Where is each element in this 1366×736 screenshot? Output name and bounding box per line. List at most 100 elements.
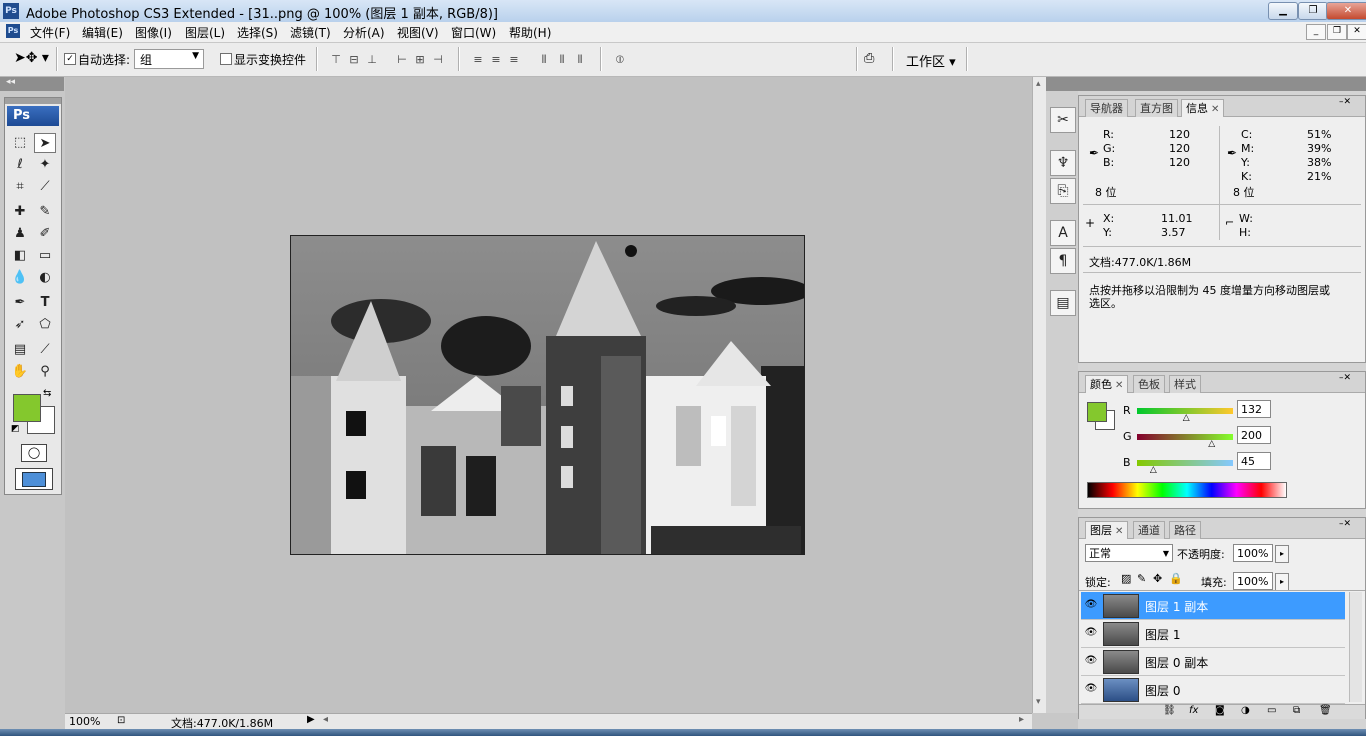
menu-edit[interactable]: 编辑(E) [82, 24, 123, 41]
zoom-level[interactable]: 100% [69, 715, 100, 728]
paragraph-icon[interactable]: ¶ [1050, 248, 1076, 274]
zoom-tool-icon[interactable]: ⚲ [34, 362, 56, 382]
auto-select-checkbox[interactable]: ✓ [64, 53, 76, 65]
status-preview-icon[interactable]: ⊡ [117, 715, 125, 726]
layer-row[interactable]: 👁 图层 0 副本 [1081, 648, 1345, 676]
doc-minimize-button[interactable]: _ [1306, 24, 1326, 40]
fill-input[interactable]: 100% [1233, 572, 1273, 590]
default-colors-icon[interactable]: ◩ [11, 424, 20, 434]
eye-icon[interactable]: 👁 [1083, 626, 1099, 640]
layer-style-icon[interactable]: fx [1189, 705, 1198, 716]
bridge-icon[interactable]: ⎙ [864, 51, 874, 66]
clone-source-icon[interactable]: ⎘ [1050, 178, 1076, 204]
eyedropper-tool-icon[interactable]: ⟋ [34, 340, 56, 360]
blur-tool-icon[interactable]: 💧 [9, 268, 31, 288]
new-layer-icon[interactable]: ⧉ [1293, 705, 1300, 716]
panel-menu-icon[interactable]: –✕ [1339, 519, 1351, 529]
show-transform-checkbox[interactable] [220, 53, 232, 65]
layer-mask-icon[interactable]: ◙ [1215, 705, 1225, 716]
marquee-tool-icon[interactable]: ⬚ [9, 133, 31, 153]
layer-row[interactable]: 👁 图层 1 [1081, 620, 1345, 648]
slice-tool-icon[interactable]: ⟋ [34, 177, 56, 197]
toolbox-collapse-bar[interactable]: ◂◂ [0, 77, 64, 91]
align-bottom-icon[interactable]: ⊥ [364, 53, 380, 67]
lasso-tool-icon[interactable]: ℓ [9, 155, 31, 175]
align-right-icon[interactable]: ⊣ [430, 53, 446, 67]
eye-icon[interactable]: 👁 [1083, 598, 1099, 612]
lock-transparent-icon[interactable]: ▨ [1121, 572, 1131, 585]
document-icon[interactable]: Ps [6, 24, 20, 38]
color-b-input[interactable]: 45 [1237, 452, 1271, 470]
close-button[interactable]: ✕ [1326, 2, 1366, 20]
gradient-tool-icon[interactable]: ▭ [34, 246, 56, 266]
menu-image[interactable]: 图像(I) [135, 24, 172, 41]
eraser-tool-icon[interactable]: ◧ [9, 246, 31, 266]
scroll-right-icon[interactable]: ▸ [1019, 714, 1024, 725]
color-g-thumb[interactable]: △ [1208, 439, 1215, 449]
distribute-top-icon[interactable]: ≡ [470, 53, 486, 67]
menu-analysis[interactable]: 分析(A) [343, 24, 385, 41]
auto-select-dropdown[interactable]: 组 ▼ [134, 49, 204, 69]
layer-row[interactable]: 👁 图层 0 [1081, 676, 1345, 704]
dodge-tool-icon[interactable]: ◐ [34, 268, 56, 288]
adjustment-layer-icon[interactable]: ◑ [1241, 705, 1250, 716]
color-spectrum-bar[interactable] [1087, 482, 1287, 498]
brushes-icon[interactable]: ♆ [1050, 150, 1076, 176]
restore-button[interactable]: ❐ [1298, 2, 1328, 20]
distribute-hcenter-icon[interactable]: ⦀ [554, 53, 570, 67]
lock-position-icon[interactable]: ✥ [1153, 572, 1162, 585]
distribute-left-icon[interactable]: ⦀ [536, 53, 552, 67]
tab-histogram[interactable]: 直方图 [1135, 99, 1178, 117]
distribute-right-icon[interactable]: ⦀ [572, 53, 588, 67]
layer-comps-icon[interactable]: ▤ [1050, 290, 1076, 316]
doc-close-button[interactable]: ✕ [1347, 24, 1366, 40]
shape-tool-icon[interactable]: ⬠ [34, 315, 56, 335]
align-hcenter-icon[interactable]: ⊞ [412, 53, 428, 67]
screen-mode-button[interactable] [15, 468, 53, 490]
clone-stamp-tool-icon[interactable]: ♟ [9, 224, 31, 244]
opacity-input[interactable]: 100% [1233, 544, 1273, 562]
scroll-up-icon[interactable]: ▴ [1036, 79, 1041, 89]
tab-paths[interactable]: 路径 [1169, 521, 1201, 539]
fill-slider-toggle[interactable]: ▸ [1275, 573, 1289, 591]
vertical-scrollbar[interactable]: ▴ ▾ [1032, 77, 1047, 713]
distribute-bottom-icon[interactable]: ≡ [506, 53, 522, 67]
menu-layer[interactable]: 图层(L) [185, 24, 225, 41]
trash-icon[interactable]: 🗑 [1319, 705, 1332, 716]
notes-tool-icon[interactable]: ▤ [9, 340, 31, 360]
move-tool-preset-icon[interactable]: ➤✥ ▾ [14, 50, 49, 66]
opacity-slider-toggle[interactable]: ▸ [1275, 545, 1289, 563]
scroll-down-icon[interactable]: ▾ [1036, 697, 1041, 707]
panel-menu-icon[interactable]: –✕ [1339, 373, 1351, 383]
distribute-vcenter-icon[interactable]: ≡ [488, 53, 504, 67]
color-fg-swatch[interactable] [1087, 402, 1107, 422]
tab-swatches[interactable]: 色板 [1133, 375, 1165, 393]
lock-pixels-icon[interactable]: ✎ [1137, 572, 1146, 585]
align-vcenter-icon[interactable]: ⊟ [346, 53, 362, 67]
history-brush-tool-icon[interactable]: ✐ [34, 224, 56, 244]
blend-mode-dropdown[interactable]: 正常 ▼ [1085, 544, 1173, 562]
workspace-button[interactable]: 工作区 ▾ [906, 51, 956, 70]
quick-mask-icon[interactable]: ◯ [21, 444, 47, 462]
lock-all-icon[interactable]: 🔒 [1169, 572, 1183, 585]
eye-icon[interactable]: 👁 [1083, 654, 1099, 668]
tab-layers[interactable]: 图层 ✕ [1085, 521, 1129, 539]
link-layers-icon[interactable]: ⛓ [1163, 705, 1176, 716]
layers-scrollbar[interactable] [1349, 592, 1362, 702]
doc-restore-button[interactable]: ❐ [1327, 24, 1347, 40]
healing-brush-tool-icon[interactable]: ✚ [9, 202, 31, 222]
color-r-input[interactable]: 132 [1237, 400, 1271, 418]
new-group-icon[interactable]: ▭ [1267, 705, 1276, 716]
character-icon[interactable]: A [1050, 220, 1076, 246]
path-selection-tool-icon[interactable]: ➶ [9, 315, 31, 335]
hand-tool-icon[interactable]: ✋ [9, 362, 31, 382]
status-menu-arrow-icon[interactable]: ▶ [307, 714, 315, 725]
magic-wand-tool-icon[interactable]: ✦ [34, 155, 56, 175]
tool-presets-icon[interactable]: ✂ [1050, 107, 1076, 133]
menu-help[interactable]: 帮助(H) [509, 24, 551, 41]
color-g-input[interactable]: 200 [1237, 426, 1271, 444]
align-left-icon[interactable]: ⊢ [394, 53, 410, 67]
pen-tool-icon[interactable]: ✒ [9, 293, 31, 313]
color-r-thumb[interactable]: △ [1183, 413, 1190, 423]
foreground-color-swatch[interactable] [13, 394, 41, 422]
